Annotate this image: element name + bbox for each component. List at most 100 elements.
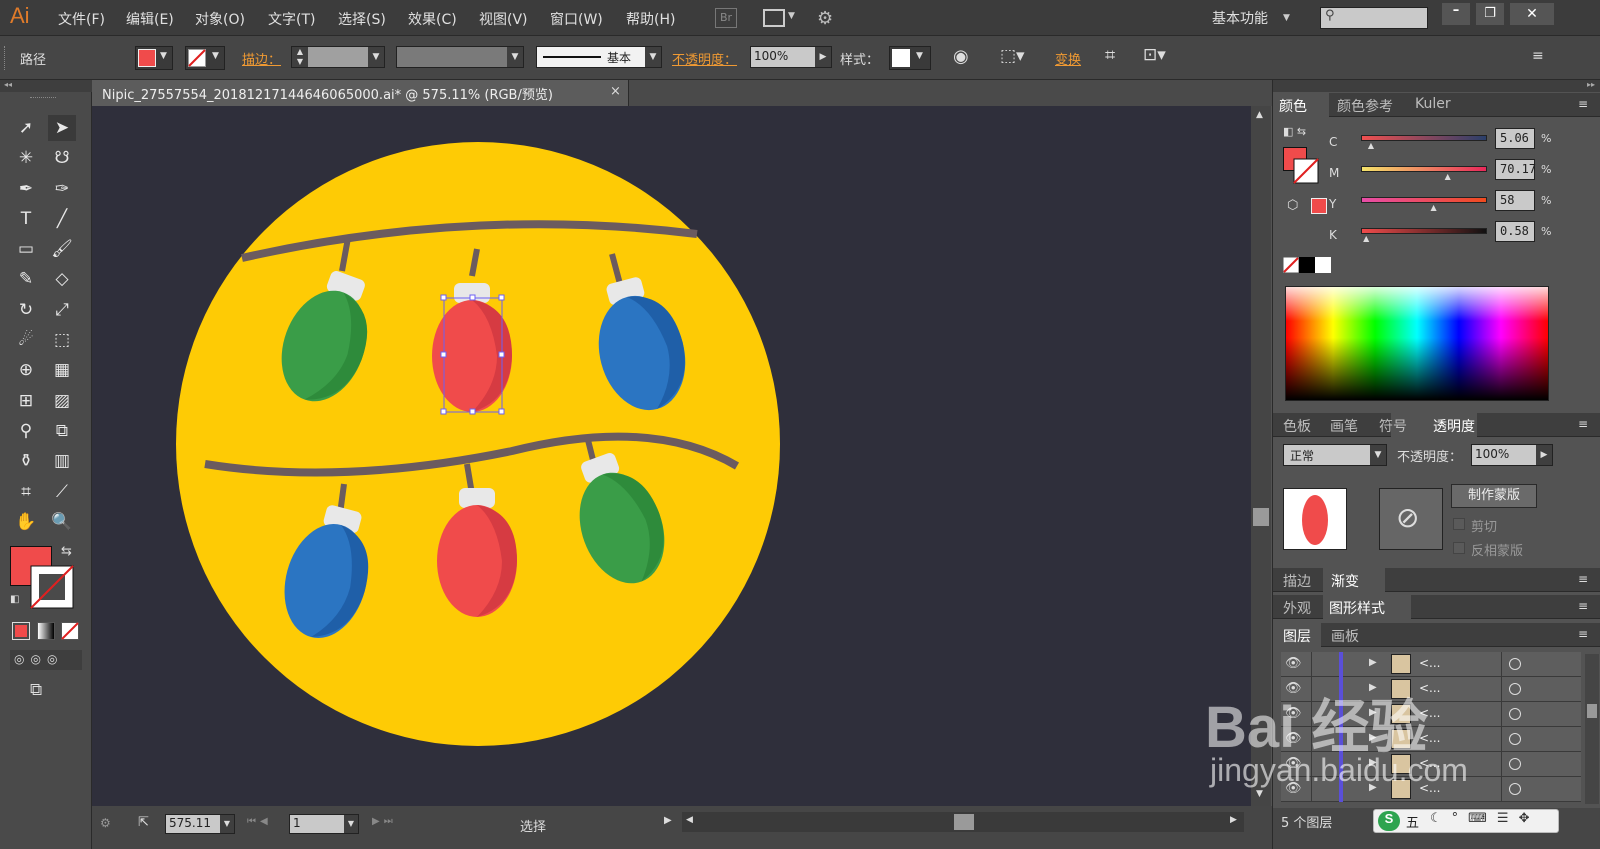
status-menu-icon[interactable]: ⚙ bbox=[100, 816, 111, 830]
target-circle-icon[interactable] bbox=[1509, 658, 1521, 670]
close-window-button[interactable]: ✕ bbox=[1510, 3, 1554, 25]
restore-button[interactable]: ❐ bbox=[1476, 3, 1504, 25]
color-panel-stroke-box[interactable] bbox=[1293, 158, 1319, 184]
shape-builder-tool-icon[interactable]: ⊕ bbox=[12, 357, 40, 383]
graphic-style-dropdown[interactable]: ▼ bbox=[889, 46, 931, 70]
invert-mask-checkbox[interactable] bbox=[1453, 542, 1465, 554]
rotate-tool-icon[interactable]: ↻ bbox=[12, 297, 40, 323]
paintbrush-tool-icon[interactable]: 🖌 bbox=[48, 236, 76, 262]
magic-wand-icon[interactable]: ✳ bbox=[12, 145, 40, 171]
ime-toolbar[interactable]: S 五 ☾°⌨☰✥ bbox=[1373, 809, 1559, 833]
tab-symbols[interactable]: 符号 bbox=[1379, 416, 1407, 436]
drawing-modes[interactable]: ◎◎◎ bbox=[10, 650, 82, 670]
artboard-canvas[interactable] bbox=[92, 106, 1251, 806]
tab-graphic-styles[interactable]: 图形样式 bbox=[1329, 598, 1385, 618]
selection-tool-icon[interactable]: ➚ bbox=[12, 115, 40, 141]
slider-thumb[interactable]: ▲ bbox=[1445, 172, 1451, 181]
out-of-gamut-icon[interactable]: ⬡ bbox=[1287, 198, 1298, 213]
tab-color-guide[interactable]: 颜色参考 bbox=[1337, 96, 1393, 116]
minimize-button[interactable]: – bbox=[1442, 3, 1470, 25]
opacity-label[interactable]: 不透明度： bbox=[672, 49, 737, 68]
panel-menu-icon[interactable]: ≡ bbox=[1532, 48, 1544, 64]
status-arrow-icon[interactable]: ▶ bbox=[664, 815, 672, 826]
color-spectrum[interactable] bbox=[1285, 286, 1549, 401]
layers-scrollbar[interactable] bbox=[1585, 654, 1599, 804]
bridge-button[interactable]: Br bbox=[715, 8, 737, 28]
arrange-documents-icon[interactable] bbox=[763, 9, 785, 27]
none-mode-button[interactable] bbox=[61, 622, 79, 640]
artboard-number-input[interactable]: 1 ▼ bbox=[289, 814, 359, 834]
graph-tool-icon[interactable]: ▥ bbox=[48, 448, 76, 474]
stroke-weight-field[interactable]: ▲ ▼ ▼ bbox=[291, 46, 385, 68]
scroll-right-icon[interactable]: ▶ bbox=[1230, 815, 1237, 825]
line-tool-icon[interactable]: ╱ bbox=[48, 206, 76, 232]
channel-y-slider[interactable]: ▲ bbox=[1361, 197, 1487, 212]
slider-thumb[interactable]: ▲ bbox=[1430, 203, 1436, 212]
lock-column[interactable] bbox=[1311, 652, 1312, 677]
tab-layers[interactable]: 图层 bbox=[1283, 626, 1311, 646]
chevron-down-icon[interactable]: ▼ bbox=[344, 815, 358, 833]
chevron-down-icon[interactable]: ▼ bbox=[1370, 445, 1386, 465]
scroll-up-icon[interactable]: ▲ bbox=[1256, 110, 1263, 120]
tab-stroke[interactable]: 描边 bbox=[1283, 571, 1311, 591]
channel-m-slider[interactable]: ▲ bbox=[1361, 166, 1487, 181]
default-colors-icon[interactable]: ◧ bbox=[10, 594, 19, 605]
target-circle-icon[interactable] bbox=[1509, 683, 1521, 695]
channel-y-input[interactable]: 58 bbox=[1495, 190, 1535, 211]
pen-tool-icon[interactable]: ✒ bbox=[12, 176, 40, 202]
variable-width-dropdown[interactable]: ▼ bbox=[396, 46, 524, 68]
recolor-artwork-icon[interactable]: ◉ bbox=[953, 46, 969, 67]
gradient-tool-icon[interactable]: ▨ bbox=[48, 388, 76, 414]
type-tool-icon[interactable]: T bbox=[12, 206, 40, 232]
panel-menu-icon[interactable]: ≡ bbox=[1578, 599, 1588, 613]
expand-panels-icon[interactable]: ▸▸ bbox=[1273, 80, 1600, 92]
tab-gradient[interactable]: 渐变 bbox=[1331, 571, 1359, 591]
panel-menu-icon[interactable]: ≡ bbox=[1578, 97, 1588, 111]
direct-selection-tool-icon[interactable]: ➤ bbox=[48, 115, 76, 141]
panel-menu-icon[interactable]: ≡ bbox=[1578, 627, 1588, 641]
scroll-thumb[interactable] bbox=[1253, 508, 1269, 526]
stroke-label[interactable]: 描边： bbox=[242, 49, 281, 68]
chevron-down-icon[interactable]: ▼ bbox=[507, 47, 523, 67]
slider-thumb[interactable]: ▲ bbox=[1368, 141, 1374, 150]
perspective-grid-icon[interactable]: ▦ bbox=[48, 357, 76, 383]
chevron-down-icon[interactable]: ▼ bbox=[368, 47, 384, 67]
panel-menu-icon[interactable]: ≡ bbox=[1578, 572, 1588, 586]
layer-name[interactable]: <... bbox=[1419, 656, 1441, 670]
eraser-tool-icon[interactable]: ◇ bbox=[48, 266, 76, 292]
scroll-thumb-h[interactable] bbox=[954, 814, 974, 830]
channel-k-input[interactable]: 0.58 bbox=[1495, 221, 1535, 242]
screen-mode-icon[interactable]: ⧉ bbox=[30, 680, 42, 700]
swap-colors-icon[interactable]: ⇆ bbox=[61, 544, 72, 559]
quick-swatches[interactable] bbox=[1283, 257, 1331, 273]
rectangle-tool-icon[interactable]: ▭ bbox=[12, 236, 40, 262]
blend-tool-icon[interactable]: ⧉ bbox=[48, 418, 76, 444]
horizontal-scrollbar[interactable]: ◀ ▶ bbox=[682, 812, 1244, 832]
clip-checkbox[interactable] bbox=[1453, 518, 1465, 530]
channel-m-input[interactable]: 70.17 bbox=[1495, 159, 1536, 180]
opacity-input[interactable]: 100% ▶ bbox=[750, 46, 832, 68]
free-transform-tool-icon[interactable]: ⬚ bbox=[48, 327, 76, 353]
pencil-tool-icon[interactable]: ✎ bbox=[12, 266, 40, 292]
stroke-color-dropdown[interactable]: ▼ bbox=[185, 46, 225, 70]
tab-kuler[interactable]: Kuler bbox=[1415, 96, 1451, 112]
default-fill-stroke-icon[interactable]: ◧ ⇆ bbox=[1283, 125, 1306, 138]
tab-swatches[interactable]: 色板 bbox=[1283, 416, 1311, 436]
scroll-thumb[interactable] bbox=[1587, 704, 1597, 718]
menu-object[interactable]: 对象(O) bbox=[195, 9, 245, 29]
menu-select[interactable]: 选择(S) bbox=[338, 9, 386, 29]
make-mask-button[interactable]: 制作蒙版 bbox=[1451, 484, 1537, 508]
collapse-icon[interactable]: ◂◂ bbox=[0, 80, 92, 92]
mask-thumbnail[interactable]: ⊘ bbox=[1379, 488, 1443, 550]
curvature-tool-icon[interactable]: ✑ bbox=[48, 176, 76, 202]
share-icon[interactable]: ⇱ bbox=[138, 815, 149, 830]
menu-file[interactable]: 文件(F) bbox=[58, 9, 105, 29]
stroke-color-box[interactable] bbox=[30, 565, 74, 609]
menu-edit[interactable]: 编辑(E) bbox=[126, 9, 174, 29]
transparency-opacity-input[interactable]: 100% ▶ bbox=[1471, 444, 1553, 466]
scroll-left-icon[interactable]: ◀ bbox=[686, 815, 693, 825]
close-tab-icon[interactable]: × bbox=[610, 84, 621, 99]
menu-help[interactable]: 帮助(H) bbox=[626, 9, 675, 29]
workspace-switcher[interactable]: 基本功能 bbox=[1212, 8, 1268, 28]
search-input[interactable]: ⚲ bbox=[1320, 7, 1428, 29]
